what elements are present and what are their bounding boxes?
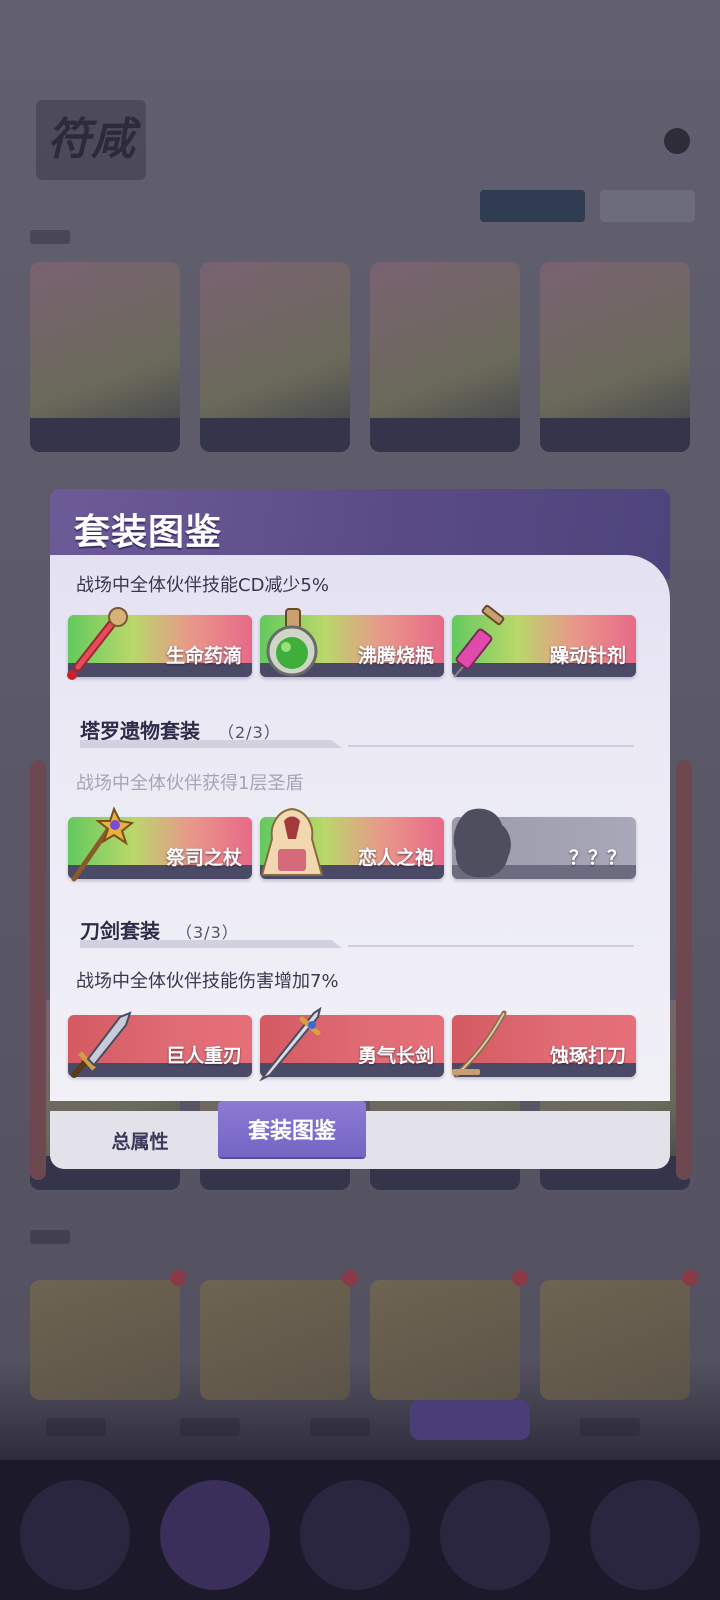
staff-icon <box>64 805 136 885</box>
background-badge <box>342 1270 358 1286</box>
background-side-strip <box>30 760 46 1180</box>
syringe-icon <box>448 603 520 683</box>
background-nav-item <box>300 1480 410 1590</box>
background-section-label <box>30 230 70 244</box>
background-tab-selected <box>410 1400 530 1440</box>
item-name: 巨人重刃 <box>165 1045 242 1067</box>
set-description: 战场中全体伙伴技能伤害增加7% <box>76 971 339 992</box>
background-accessory-card <box>30 1280 180 1400</box>
background-tab <box>46 1418 106 1436</box>
background-card <box>30 262 180 452</box>
background-tab <box>180 1418 240 1436</box>
background-card <box>370 262 520 452</box>
background-side-strip <box>676 760 692 1180</box>
item-name: 恋人之袍 <box>357 847 434 869</box>
flask-icon <box>256 603 328 683</box>
item-name: 祭司之杖 <box>165 847 242 869</box>
set-item-card[interactable]: 巨人重刃 <box>68 1011 252 1078</box>
set-item-card[interactable]: 恋人之袍 <box>260 807 444 879</box>
background-bottom-nav <box>0 1460 720 1600</box>
set-description: 战场中全体伙伴技能CD减少5% <box>76 575 329 596</box>
set-item-card-locked[interactable]: ？？？ <box>452 808 636 879</box>
tab-total-attributes[interactable]: 总属性 <box>90 1111 190 1169</box>
background-section-label <box>30 1230 70 1244</box>
item-name: ？？？ <box>568 847 626 869</box>
background-badge <box>682 1270 698 1286</box>
set-item-card[interactable]: 沸腾烧瓶 <box>260 608 444 677</box>
katana-icon <box>448 1003 520 1083</box>
item-name: 蚀琢打刀 <box>549 1045 626 1067</box>
background-nav-item <box>20 1480 130 1590</box>
item-name: 躁动针剂 <box>549 645 626 667</box>
background-card <box>540 262 690 452</box>
set-item-card[interactable]: 祭司之杖 <box>68 806 252 882</box>
set-name: 刀剑套装 <box>80 919 160 943</box>
set-item-card[interactable]: 生命药滴 <box>67 607 252 680</box>
background-accessory-card <box>200 1280 350 1400</box>
robe-icon <box>256 805 328 885</box>
set-header: 刀剑套装 （3/3） <box>80 915 640 948</box>
background-accessory-card <box>370 1280 520 1400</box>
item-name: 沸腾烧瓶 <box>357 645 434 667</box>
potion-drop-icon <box>64 603 136 683</box>
tab-set-collection[interactable]: 套装图鉴 <box>218 1101 366 1157</box>
item-name: 勇气长剑 <box>357 1045 434 1067</box>
set-header-underline <box>80 740 342 748</box>
background-nav-item <box>160 1480 270 1590</box>
set-collection-modal: 套装图鉴 战场中全体伙伴技能CD减少5% 生命药滴 沸腾烧瓶 躁动针剂 塔罗遗物… <box>50 489 670 1169</box>
background-button-b <box>600 190 695 222</box>
modal-title: 套装图鉴 <box>74 511 223 553</box>
set-item-card[interactable]: 躁动针剂 <box>452 604 636 678</box>
background-badge <box>170 1270 186 1286</box>
set-header-rule <box>348 745 634 747</box>
background-tab <box>310 1418 370 1436</box>
longsword-icon <box>256 1003 328 1083</box>
set-progress: （2/3） <box>218 723 281 742</box>
modal-body[interactable]: 战场中全体伙伴技能CD减少5% 生命药滴 沸腾烧瓶 躁动针剂 塔罗遗物套装 （2… <box>50 555 670 1101</box>
greatblade-icon <box>64 1003 136 1083</box>
set-name: 塔罗遗物套装 <box>80 719 200 743</box>
background-nav-item <box>440 1480 550 1590</box>
set-header-rule <box>348 945 634 947</box>
set-item-card[interactable]: 勇气长剑 <box>259 1006 444 1082</box>
set-description: 战场中全体伙伴获得1层圣盾 <box>76 773 304 794</box>
background-tab <box>580 1418 640 1436</box>
background-logo: 符咸 <box>36 100 146 180</box>
background-button-a <box>480 190 585 222</box>
item-name: 生命药滴 <box>165 645 242 667</box>
set-progress: （3/3） <box>176 923 239 942</box>
modal-tab-bar: 总属性 套装图鉴 <box>50 1101 670 1169</box>
set-header: 塔罗遗物套装 （2/3） <box>80 715 640 748</box>
background-badge <box>512 1270 528 1286</box>
background-accessory-card <box>540 1280 690 1400</box>
background-card <box>200 262 350 452</box>
set-item-card[interactable]: 蚀琢打刀 <box>452 1010 636 1078</box>
background-nav-item <box>590 1480 700 1590</box>
background-gear-icon <box>664 128 690 154</box>
unknown-silhouette-icon <box>448 805 520 885</box>
set-header-underline <box>80 940 342 948</box>
